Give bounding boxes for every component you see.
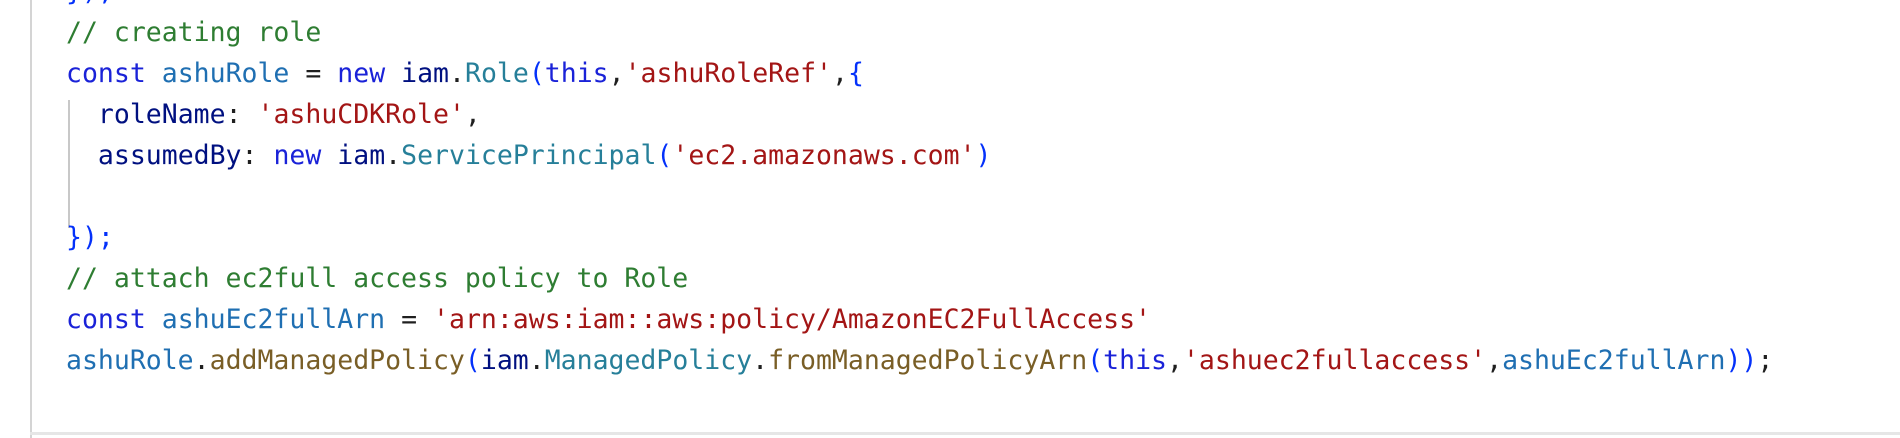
code-line: // creating role (66, 17, 322, 48)
code-line: ashuRole.addManagedPolicy(iam.ManagedPol… (66, 345, 1774, 376)
code-line: }); (66, 222, 114, 253)
code-line: const ashuRole = new iam.Role(this,'ashu… (66, 58, 864, 89)
code-line: roleName: 'ashuCDKRole', (97, 99, 481, 130)
code-line: // attach ec2full access policy to Role (66, 263, 689, 294)
code-editor[interactable]: }); // creating role const ashuRole = new … (0, 0, 1900, 438)
code-line: }); (66, 0, 1773, 12)
editor-gutter-border (30, 0, 32, 438)
code-line: const ashuEc2fullArn = 'arn:aws:iam::aws… (66, 304, 1151, 335)
code-line: assumedBy: new iam.ServicePrincipal('ec2… (97, 140, 992, 171)
code-block[interactable]: }); // creating role const ashuRole = new … (66, 0, 1773, 381)
editor-bottom-border (30, 432, 1900, 435)
